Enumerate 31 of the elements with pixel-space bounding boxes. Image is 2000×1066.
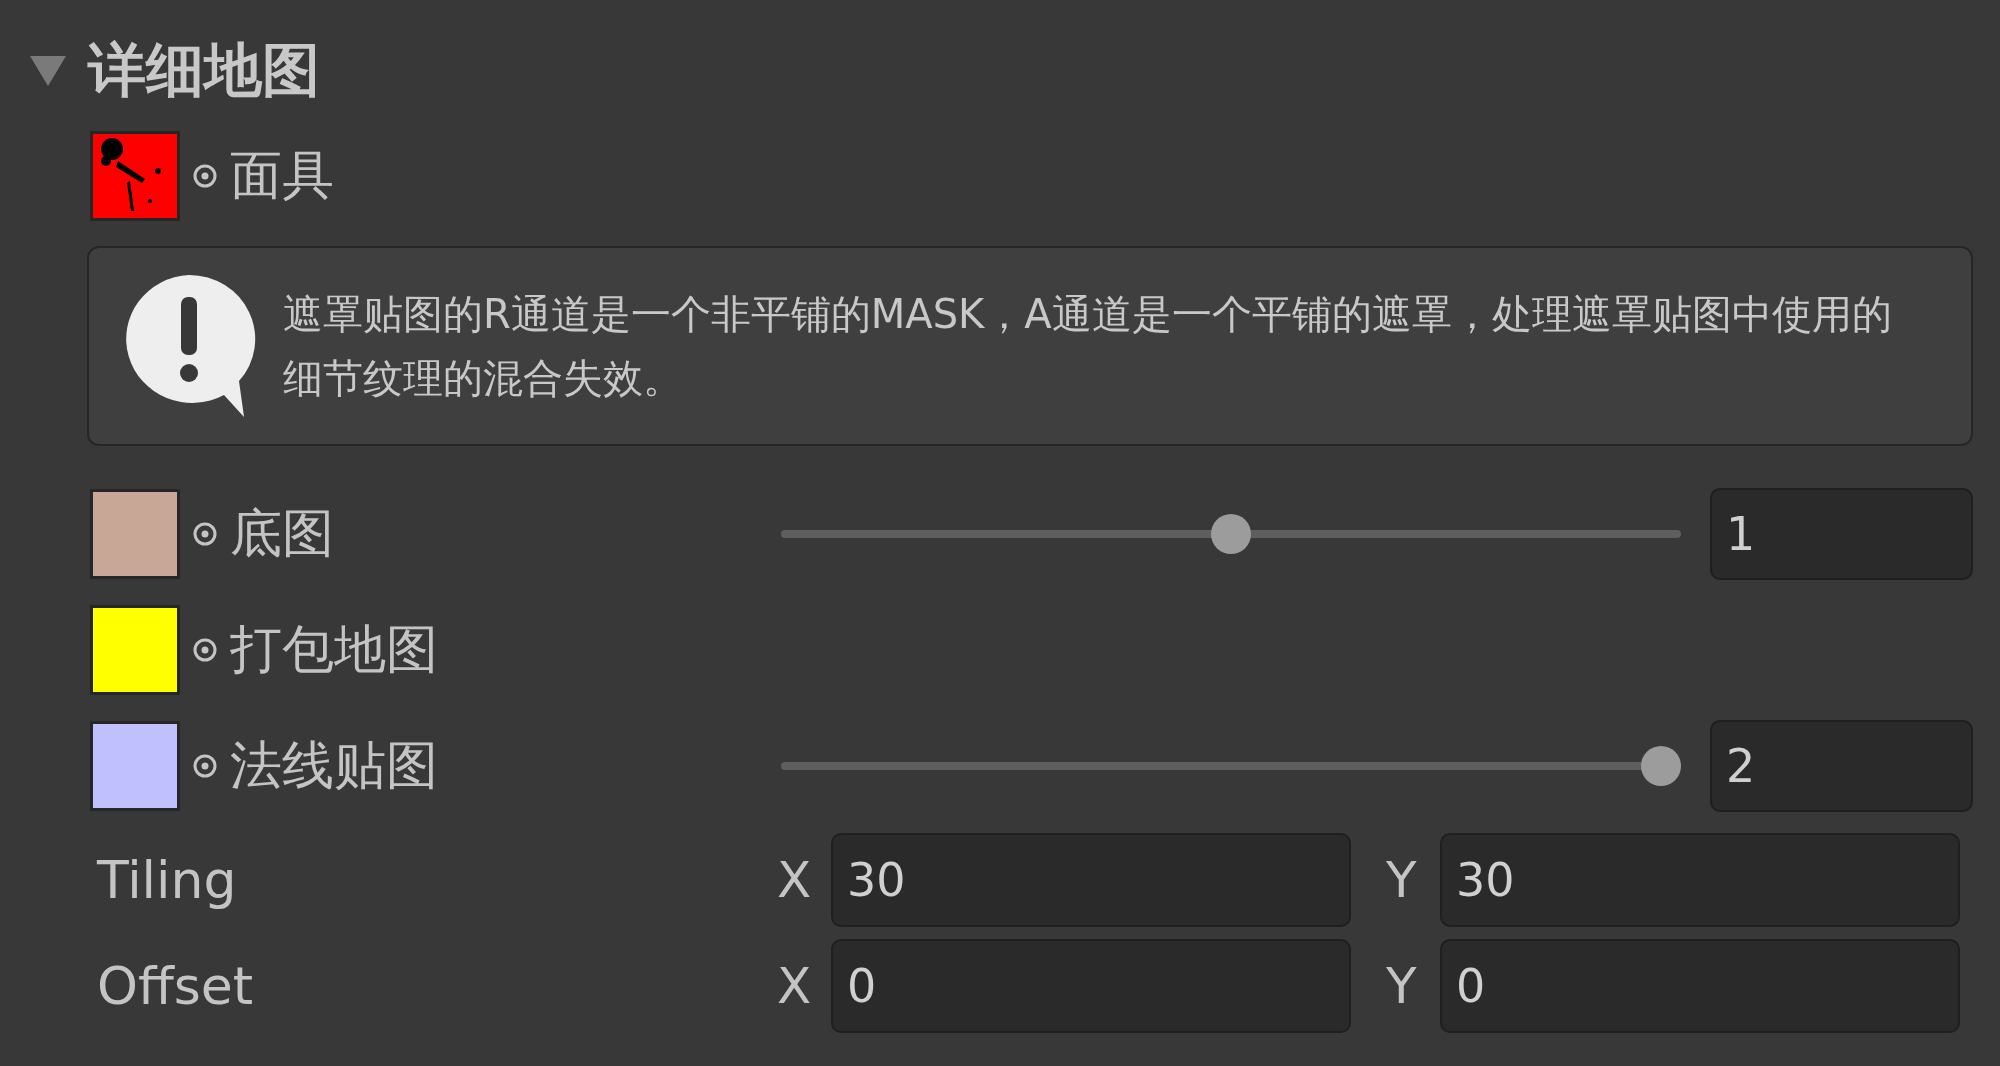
- object-picker-icon[interactable]: [192, 637, 218, 663]
- property-label: 打包地图: [230, 618, 438, 681]
- number-field[interactable]: 0: [1440, 939, 1960, 1033]
- value-field[interactable]: 2: [1710, 720, 1973, 812]
- slider-thumb[interactable]: [1641, 746, 1681, 786]
- object-picker-icon[interactable]: [192, 521, 218, 547]
- slider-track[interactable]: [781, 512, 1681, 556]
- axis-label: Y: [1386, 851, 1418, 909]
- slider-track[interactable]: [781, 744, 1681, 788]
- property-label: Offset: [97, 956, 255, 1016]
- number-field[interactable]: 30: [1440, 833, 1960, 927]
- number-field[interactable]: 30: [831, 833, 1351, 927]
- texture-thumbnail[interactable]: [90, 605, 180, 695]
- foldout-triangle-icon[interactable]: [30, 56, 66, 86]
- slider-thumb[interactable]: [1211, 514, 1251, 554]
- texture-thumbnail[interactable]: [90, 489, 180, 579]
- object-picker-icon[interactable]: [192, 753, 218, 779]
- texture-thumbnail[interactable]: [90, 131, 180, 221]
- value-field[interactable]: 1: [1710, 488, 1973, 580]
- texture-thumbnail[interactable]: [90, 721, 180, 811]
- number-field[interactable]: 0: [831, 939, 1351, 1033]
- property-label: 面具: [230, 144, 334, 207]
- axis-label: X: [777, 851, 813, 909]
- property-label: Tiling: [97, 850, 238, 910]
- axis-label: Y: [1386, 957, 1418, 1015]
- object-picker-icon[interactable]: [192, 163, 218, 189]
- help-message: 遮罩贴图的R通道是一个非平铺的MASK，A通道是一个平铺的遮罩，处理遮罩贴图中使用的细节纹理的混合失效。: [283, 290, 1893, 403]
- property-label: 底图: [230, 502, 334, 565]
- axis-label: X: [777, 957, 813, 1015]
- property-label: 法线贴图: [230, 734, 438, 797]
- section-title: 详细地图: [88, 35, 320, 106]
